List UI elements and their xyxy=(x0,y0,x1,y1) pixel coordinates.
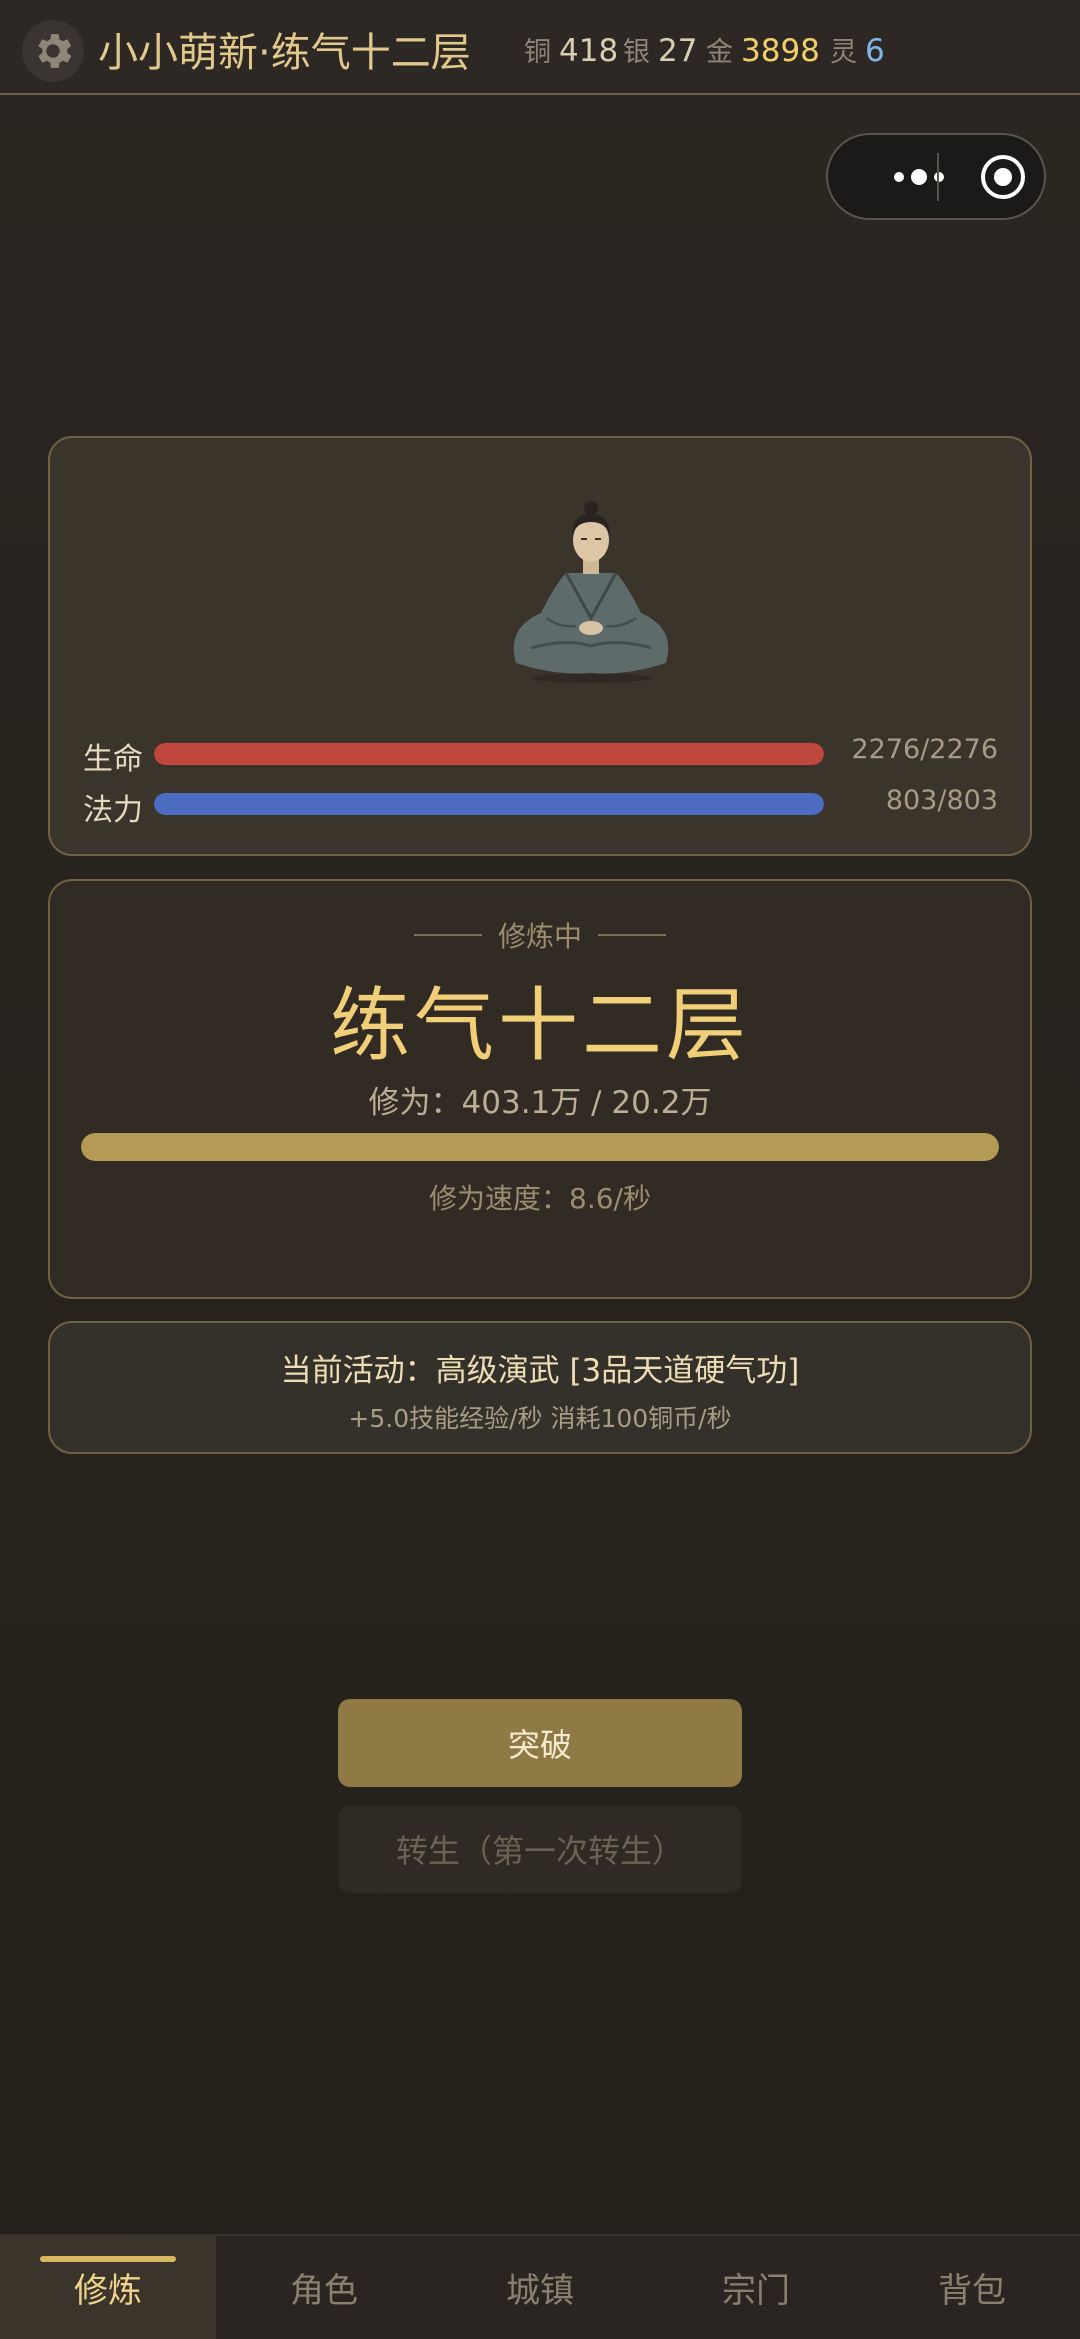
mp-bar-fill xyxy=(154,793,824,815)
mp-bar xyxy=(154,793,824,815)
cultivation-progress-text: 修为：403.1万 / 20.2万 xyxy=(368,1085,712,1121)
miniprogram-capsule xyxy=(826,133,1046,220)
settings-button[interactable] xyxy=(22,20,84,82)
meditating-cultivator-figure xyxy=(513,501,669,683)
cultivation-speed: 修为速度：8.6/秒 xyxy=(429,1182,651,1215)
cultivation-status-text: 修炼中 xyxy=(497,920,582,953)
tab-label: 宗门 xyxy=(722,2271,790,2311)
gear-icon xyxy=(38,34,72,68)
capsule-divider xyxy=(937,153,939,201)
currency-value: 27 xyxy=(658,33,698,69)
tab-label: 城镇 xyxy=(506,2271,574,2311)
target-circle-icon xyxy=(981,154,1025,199)
close-miniprogram-button[interactable] xyxy=(968,135,1038,218)
activity-subtitle: +5.0技能经验/秒 消耗100铜币/秒 xyxy=(348,1404,732,1433)
currency-label: 灵 xyxy=(830,37,857,68)
tab-character[interactable]: 角色 xyxy=(216,2236,432,2339)
top-bar: 小小萌新·练气十二层 铜 418 银 27 金 3898 灵6 xyxy=(0,0,1080,95)
cultivation-progress-fill xyxy=(81,1133,999,1161)
divider-line xyxy=(413,934,482,936)
cultivation-card: 修炼中 练气十二层 修为：403.1万 / 20.2万 修为速度：8.6/秒 xyxy=(48,879,1032,1299)
bottom-tab-bar: 修炼 角色 城镇 宗门 背包 xyxy=(0,2234,1080,2339)
mp-value: 803/803 xyxy=(885,785,998,816)
currency-spirit: 灵6 xyxy=(830,30,885,69)
hp-bar xyxy=(154,743,824,765)
activity-card[interactable]: 当前活动：高级演武 [3品天道硬气功] +5.0技能经验/秒 消耗100铜币/秒 xyxy=(48,1321,1032,1454)
tab-label: 背包 xyxy=(938,2271,1006,2311)
currency-label: 铜 xyxy=(524,37,551,68)
currency-gold: 金 3898 xyxy=(706,30,820,69)
currency-label: 银 xyxy=(623,37,650,68)
tab-sect[interactable]: 宗门 xyxy=(648,2236,864,2339)
realm-title: 练气十二层 xyxy=(330,979,750,1072)
currency-value: 418 xyxy=(559,33,619,69)
tab-label: 修炼 xyxy=(74,2271,142,2311)
currency-value: 6 xyxy=(865,33,885,69)
currency-copper: 铜 418 xyxy=(524,30,618,69)
hp-label: 生命 xyxy=(83,742,143,777)
hp-value: 2276/2276 xyxy=(851,734,998,765)
more-button[interactable] xyxy=(854,135,984,218)
hp-bar-fill xyxy=(154,743,824,765)
currency-value: 3898 xyxy=(741,33,820,69)
rebirth-button[interactable]: 转生（第一次转生） xyxy=(338,1805,742,1893)
divider-line xyxy=(598,934,666,936)
currency-label: 金 xyxy=(706,37,733,68)
character-card: 生命 2276/2276 法力 803/803 xyxy=(48,436,1032,856)
currency-silver: 银 27 xyxy=(623,30,697,69)
player-title: 小小萌新·练气十二层 xyxy=(98,30,471,76)
more-dots-icon xyxy=(894,168,944,185)
tab-backpack[interactable]: 背包 xyxy=(864,2236,1080,2339)
tab-label: 角色 xyxy=(290,2271,358,2311)
cultivation-status: 修炼中 xyxy=(50,915,1030,955)
mp-label: 法力 xyxy=(83,793,143,828)
tab-cultivate[interactable]: 修炼 xyxy=(0,2236,216,2339)
tab-town[interactable]: 城镇 xyxy=(432,2236,648,2339)
cultivation-progress-bar xyxy=(81,1133,999,1161)
activity-title: 当前活动：高级演武 [3品天道硬气功] xyxy=(280,1353,800,1389)
active-tab-indicator xyxy=(40,2256,176,2262)
breakthrough-button[interactable]: 突破 xyxy=(338,1699,742,1787)
